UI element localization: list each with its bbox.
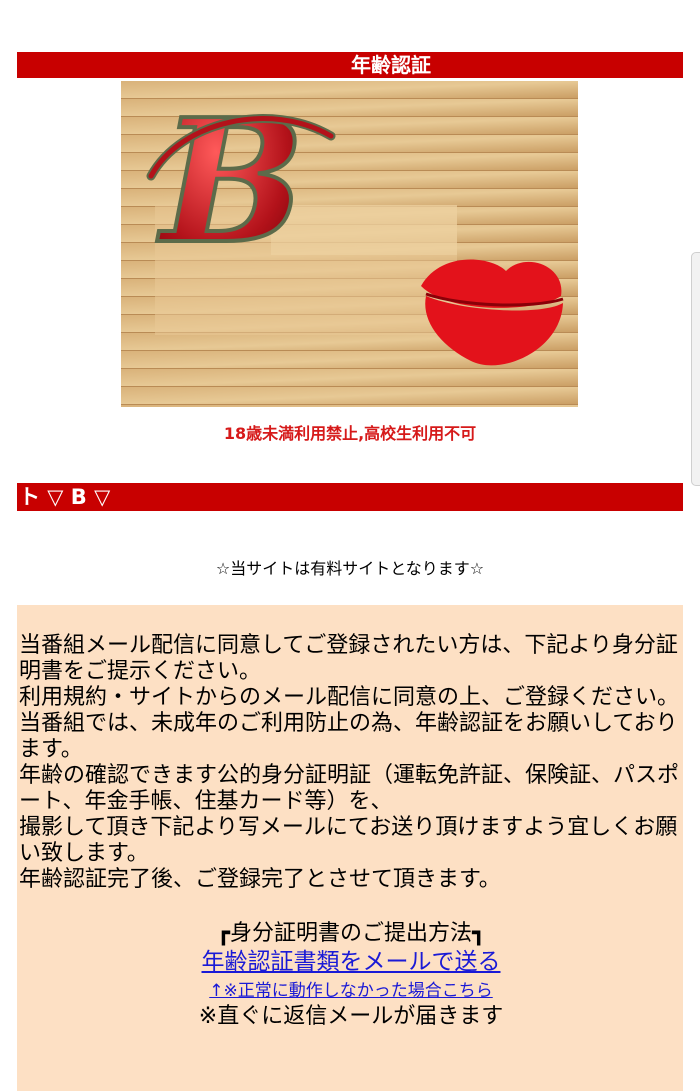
body-text-line: 年齢認証完了後、ご登録完了とさせて頂きます。 bbox=[19, 867, 501, 892]
body-text-line: 当番組では、未成年のご利用防止の為、年齢認証をお願いしております。 bbox=[19, 711, 678, 762]
age-warning: 18歳未満利用禁止,高校生利用不可 bbox=[223, 424, 477, 443]
paid-site-notice: ☆当サイトは有料サイトとなります☆ bbox=[215, 559, 485, 578]
howto-title: ┏身分証明書のご提出方法┓ bbox=[216, 921, 486, 946]
section-bar: ト ▽ B ▽ bbox=[17, 483, 683, 511]
body-text-line: 年齢の確認できます公的身分証明証（運転免許証、保険証、パスポート、年金手帳、住基… bbox=[19, 763, 680, 814]
scrollbar-thumb[interactable] bbox=[691, 252, 700, 486]
section-title: ト ▽ B ▽ bbox=[19, 485, 111, 509]
header-bar: 年齢認証 bbox=[17, 52, 683, 78]
logo-letter: B bbox=[157, 82, 305, 282]
page-title: 年齢認証 bbox=[351, 53, 431, 77]
site-logo-image: B bbox=[121, 81, 578, 407]
body-text-line: 当番組メール配信に同意してご登録されたい方は、下記より身分証明書をご提示ください… bbox=[19, 633, 678, 684]
reply-note: ※直ぐに返信メールが届きます bbox=[198, 1004, 504, 1029]
body-text-line: 撮影して頂き下記より写メールにてお送り頂けますよう宜しくお願い致します。 bbox=[19, 815, 678, 866]
send-documents-link[interactable]: 年齢認証書類をメールで送る bbox=[202, 949, 501, 975]
info-panel: 当番組メール配信に同意してご登録されたい方は、下記より身分証明書をご提示ください… bbox=[17, 605, 683, 1091]
body-text-line: 利用規約・サイトからのメール配信に同意の上、ご登録ください。 bbox=[19, 685, 680, 710]
fallback-link[interactable]: ↑※正常に動作しなかった場合こちら bbox=[209, 981, 493, 1001]
